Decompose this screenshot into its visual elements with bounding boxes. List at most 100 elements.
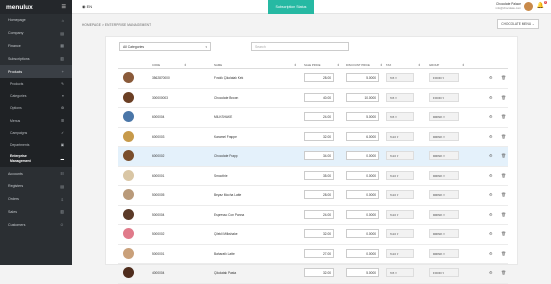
- gear-icon[interactable]: ⚙: [489, 114, 493, 119]
- sale-price-input[interactable]: 24.00: [304, 209, 334, 219]
- column-tax[interactable]: TAX: [386, 63, 391, 67]
- discount-price-input[interactable]: 6.0000: [346, 131, 379, 141]
- sale-price-input[interactable]: 28.00: [304, 190, 334, 199]
- sidebar-item-orders[interactable]: Orders ⇩: [0, 193, 72, 206]
- discount-price-input[interactable]: 5.0000: [346, 112, 379, 121]
- group-select[interactable]: FOOD ▾: [429, 92, 459, 102]
- sale-price-input[interactable]: 35.00: [304, 170, 334, 180]
- sidebar-item-departments[interactable]: Departments ▣: [0, 139, 72, 151]
- tax-select[interactable]: %10 ▾: [386, 248, 414, 258]
- table-row[interactable]: 3562870000 Fındık Çikolatalı Kek 28.00 5.00…: [118, 69, 508, 89]
- sidebar-item-campaigns[interactable]: Campaigns ✓: [0, 127, 72, 139]
- gear-icon[interactable]: ⚙: [489, 192, 493, 197]
- discount-price-input[interactable]: 0.0000: [346, 209, 379, 219]
- table-row[interactable]: 5000001 Baharatlı Latte 27.00 0.0000 %10 ▾ DR…: [118, 245, 508, 264]
- gear-icon[interactable]: ⚙: [489, 251, 493, 256]
- sidebar-item-products[interactable]: Products ✎: [0, 78, 72, 90]
- sort-icon[interactable]: ⇕: [418, 63, 420, 67]
- gear-icon[interactable]: ⚙: [489, 270, 493, 275]
- group-select[interactable]: DRINK ▾: [429, 131, 459, 141]
- search-input[interactable]: Search: [251, 42, 349, 51]
- trash-icon[interactable]: 🗑: [501, 153, 506, 158]
- gear-icon[interactable]: ⚙: [489, 134, 493, 139]
- group-select[interactable]: DRINK ▾: [429, 229, 459, 238]
- trash-icon[interactable]: 🗑: [501, 270, 506, 275]
- sidebar-item-options[interactable]: Options ⚙: [0, 102, 72, 114]
- column-name[interactable]: NAME: [214, 63, 222, 67]
- sidebar-item-menus[interactable]: Menus ☰: [0, 115, 72, 127]
- sale-price-input[interactable]: 40.00: [304, 92, 334, 102]
- trash-icon[interactable]: 🗑: [501, 134, 506, 139]
- group-select[interactable]: DRINK ▾: [429, 190, 459, 199]
- tax-select[interactable]: %10 ▾: [386, 229, 414, 238]
- tax-select[interactable]: %5 ▾: [386, 112, 414, 121]
- sort-icon[interactable]: ⇕: [380, 63, 382, 67]
- chocolate-menu-button[interactable]: CHOCOLATE MENU ⌄: [497, 19, 539, 29]
- table-row[interactable]: 6000004 MILKSHAKE 24.00 5.0000 %5 ▾ DRINK ▾ ⚙ 🗑: [118, 108, 508, 128]
- sidebar-item-categories[interactable]: Categories ≡: [0, 90, 72, 102]
- sidebar-item-products[interactable]: Products +: [0, 65, 72, 78]
- table-row[interactable]: 6000003 Karamel Frappe 32.00 6.0000 %10 ▾ DRI…: [118, 128, 508, 147]
- gear-icon[interactable]: ⚙: [489, 173, 493, 178]
- sort-icon[interactable]: ⇕: [294, 63, 296, 67]
- trash-icon[interactable]: 🗑: [501, 95, 506, 100]
- menu-toggle-icon[interactable]: ☰: [62, 4, 66, 10]
- subscription-status-button[interactable]: Subscription Status: [268, 0, 314, 14]
- table-row[interactable]: 4000004 Çikolatalı Pasta 32.00 5.0000 %5 ▾ FO…: [118, 264, 508, 284]
- bell-icon[interactable]: 🔔 1: [537, 1, 547, 9]
- tax-select[interactable]: %5 ▾: [386, 73, 414, 82]
- user-info[interactable]: Chocolate Palace info@chocolate.com: [496, 2, 521, 10]
- tax-select[interactable]: %5 ▾: [386, 92, 414, 102]
- discount-price-input[interactable]: 0.0000: [346, 190, 379, 199]
- column-code[interactable]: CODE: [152, 63, 160, 67]
- group-select[interactable]: DRINK ▾: [429, 209, 459, 219]
- sale-price-input[interactable]: 32.00: [304, 268, 334, 277]
- table-row[interactable]: 6000001 Smoothie 35.00 0.0000 %10 ▾ DRINK ▾ ⚙ 🗑: [118, 167, 508, 186]
- column-sale-price[interactable]: SALE PRICE: [304, 63, 320, 67]
- tax-select[interactable]: %10 ▾: [386, 151, 414, 160]
- tax-select[interactable]: %10 ▾: [386, 131, 414, 141]
- sale-price-input[interactable]: 32.00: [304, 229, 334, 238]
- trash-icon[interactable]: 🗑: [501, 114, 506, 119]
- tax-select[interactable]: %5 ▾: [386, 268, 414, 277]
- sidebar-item-enterprise-management[interactable]: Enterprise Management ▬: [0, 151, 72, 167]
- group-select[interactable]: DRINK ▾: [429, 151, 459, 160]
- gear-icon[interactable]: ⚙: [489, 95, 493, 100]
- sale-price-input[interactable]: 32.00: [304, 131, 334, 141]
- sidebar-item-finance[interactable]: Finance ▦: [0, 40, 72, 53]
- group-select[interactable]: FOOD ▾: [429, 268, 459, 277]
- trash-icon[interactable]: 🗑: [501, 192, 506, 197]
- discount-price-input[interactable]: 0.0000: [346, 170, 379, 180]
- discount-price-input[interactable]: 0.0000: [346, 151, 379, 160]
- sidebar-item-customers[interactable]: Customers ☺: [0, 218, 72, 231]
- table-row[interactable]: 5000005 Beyaz Mocha Latte 28.00 0.0000 %10 ▾…: [118, 186, 508, 206]
- sort-icon[interactable]: ⇕: [184, 63, 186, 67]
- trash-icon[interactable]: 🗑: [501, 231, 506, 236]
- avatar[interactable]: [524, 2, 533, 11]
- gear-icon[interactable]: ⚙: [489, 231, 493, 236]
- tax-select[interactable]: %10 ▾: [386, 190, 414, 199]
- sidebar-item-company[interactable]: Company ▤: [0, 27, 72, 40]
- sort-icon[interactable]: ⇕: [337, 63, 339, 67]
- column-discount-price[interactable]: DISCOUNT PRICE: [346, 63, 370, 67]
- discount-price-input[interactable]: 0.0000: [346, 229, 379, 238]
- sidebar-item-accounts[interactable]: Accounts ☷: [0, 167, 72, 180]
- group-select[interactable]: DRINK ▾: [429, 112, 459, 121]
- column-group[interactable]: GROUP: [429, 63, 439, 67]
- tax-select[interactable]: %10 ▾: [386, 170, 414, 180]
- trash-icon[interactable]: 🗑: [501, 212, 506, 217]
- table-row[interactable]: 5000002 Çilekli Milkshake 32.00 0.0000 %10 ▾…: [118, 225, 508, 245]
- gear-icon[interactable]: ⚙: [489, 75, 493, 80]
- sidebar-item-homepage[interactable]: Homepage ⌂: [0, 14, 72, 27]
- sort-icon[interactable]: ⇕: [462, 63, 464, 67]
- sale-price-input[interactable]: 34.00: [304, 151, 334, 160]
- sale-price-input[interactable]: 28.00: [304, 73, 334, 82]
- category-select[interactable]: All Categories ▾: [119, 42, 211, 51]
- gear-icon[interactable]: ⚙: [489, 212, 493, 217]
- trash-icon[interactable]: 🗑: [501, 173, 506, 178]
- discount-price-input[interactable]: 5.0000: [346, 73, 379, 82]
- trash-icon[interactable]: 🗑: [501, 75, 506, 80]
- discount-price-input[interactable]: 0.0000: [346, 248, 379, 258]
- group-select[interactable]: DRINK ▾: [429, 248, 459, 258]
- discount-price-input[interactable]: 5.0000: [346, 268, 379, 277]
